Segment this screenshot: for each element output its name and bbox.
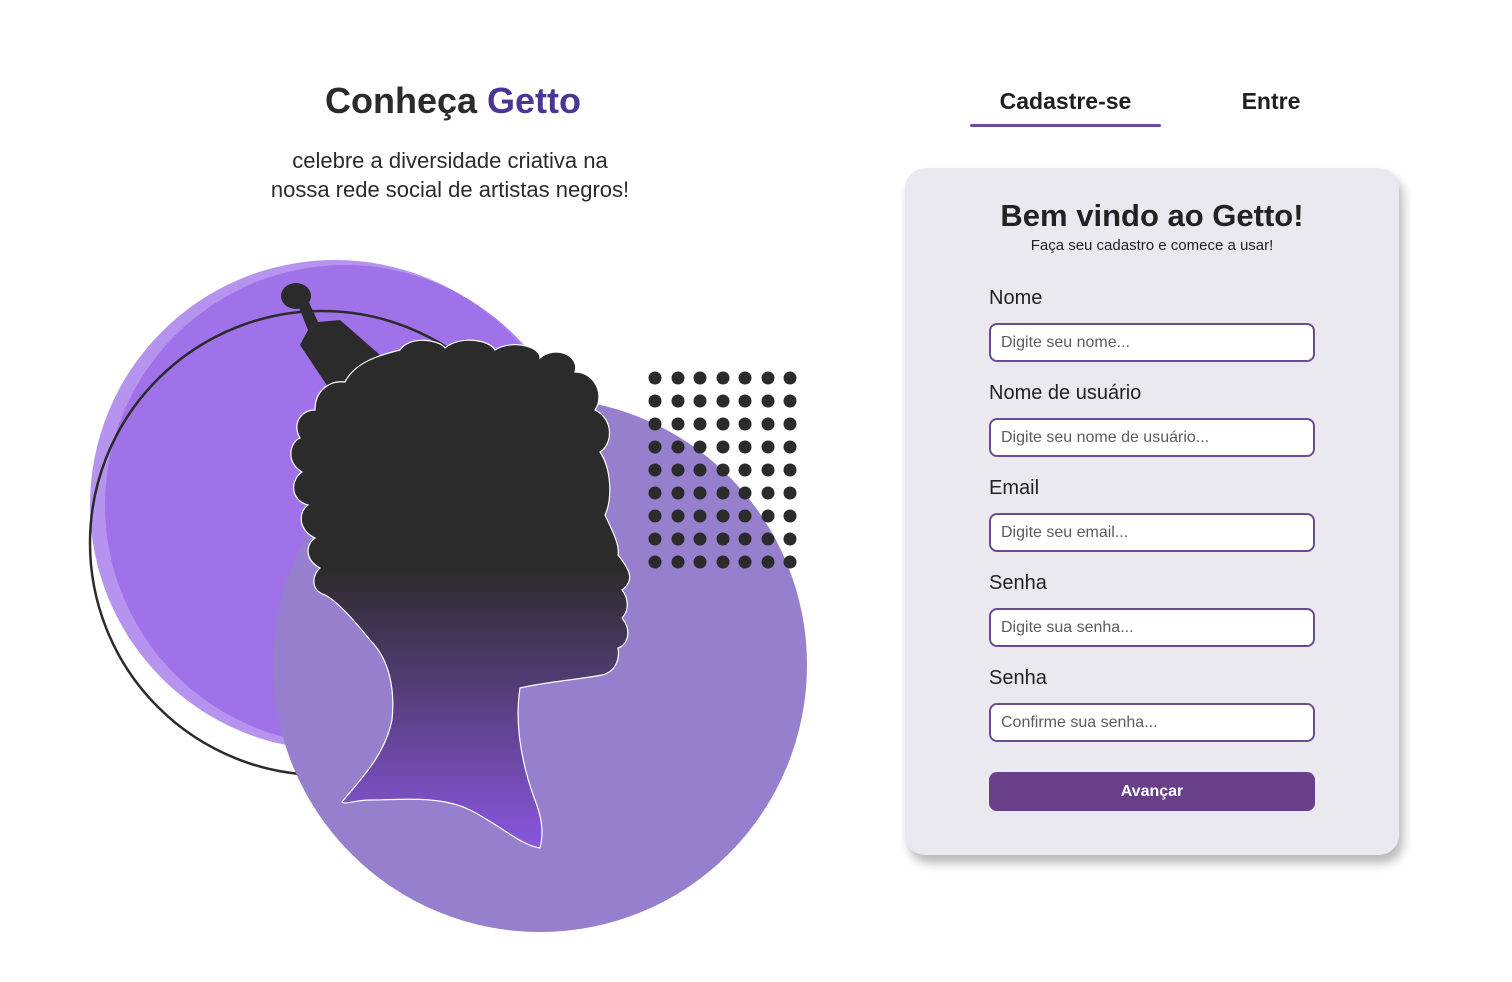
email-input[interactable]: [989, 513, 1315, 552]
tab-login[interactable]: Entre: [1210, 88, 1332, 115]
hero-title-prefix: Conheça: [324, 80, 488, 121]
username-input[interactable]: [989, 418, 1315, 457]
hero-subtitle: celebre a diversidade criativa na nossa …: [200, 146, 700, 204]
signup-form: Bem vindo ao Getto! Faça seu cadastro e …: [905, 168, 1399, 855]
form-title: Bem vindo ao Getto!: [1000, 198, 1304, 233]
form-subtitle: Faça seu cadastro e comece a usar!: [1030, 237, 1274, 254]
confirm-password-input[interactable]: [989, 703, 1315, 742]
hero-illustration: [88, 260, 807, 932]
name-input[interactable]: [989, 323, 1315, 362]
password-input[interactable]: [989, 608, 1315, 647]
confirm-password-label: Senha: [989, 667, 1047, 689]
hero-title: Conheça Getto: [200, 80, 706, 122]
submit-button[interactable]: Avançar: [989, 772, 1315, 811]
password-label: Senha: [989, 572, 1047, 594]
hero-subtitle-line-2: nossa rede social de artistas negros!: [270, 177, 630, 202]
username-label: Nome de usuário: [989, 382, 1142, 404]
active-tab-indicator: [970, 124, 1161, 127]
hero-subtitle-line-1: celebre a diversidade criativa na: [292, 148, 608, 173]
tab-signup[interactable]: Cadastre-se: [970, 88, 1161, 115]
brand-name: Getto: [487, 80, 582, 121]
name-label: Nome: [989, 287, 1043, 309]
email-label: Email: [989, 477, 1040, 499]
signup-page: Conheça Getto celebre a diversidade cria…: [0, 0, 1512, 982]
auth-tabs: Cadastre-se Entre: [970, 88, 1370, 130]
